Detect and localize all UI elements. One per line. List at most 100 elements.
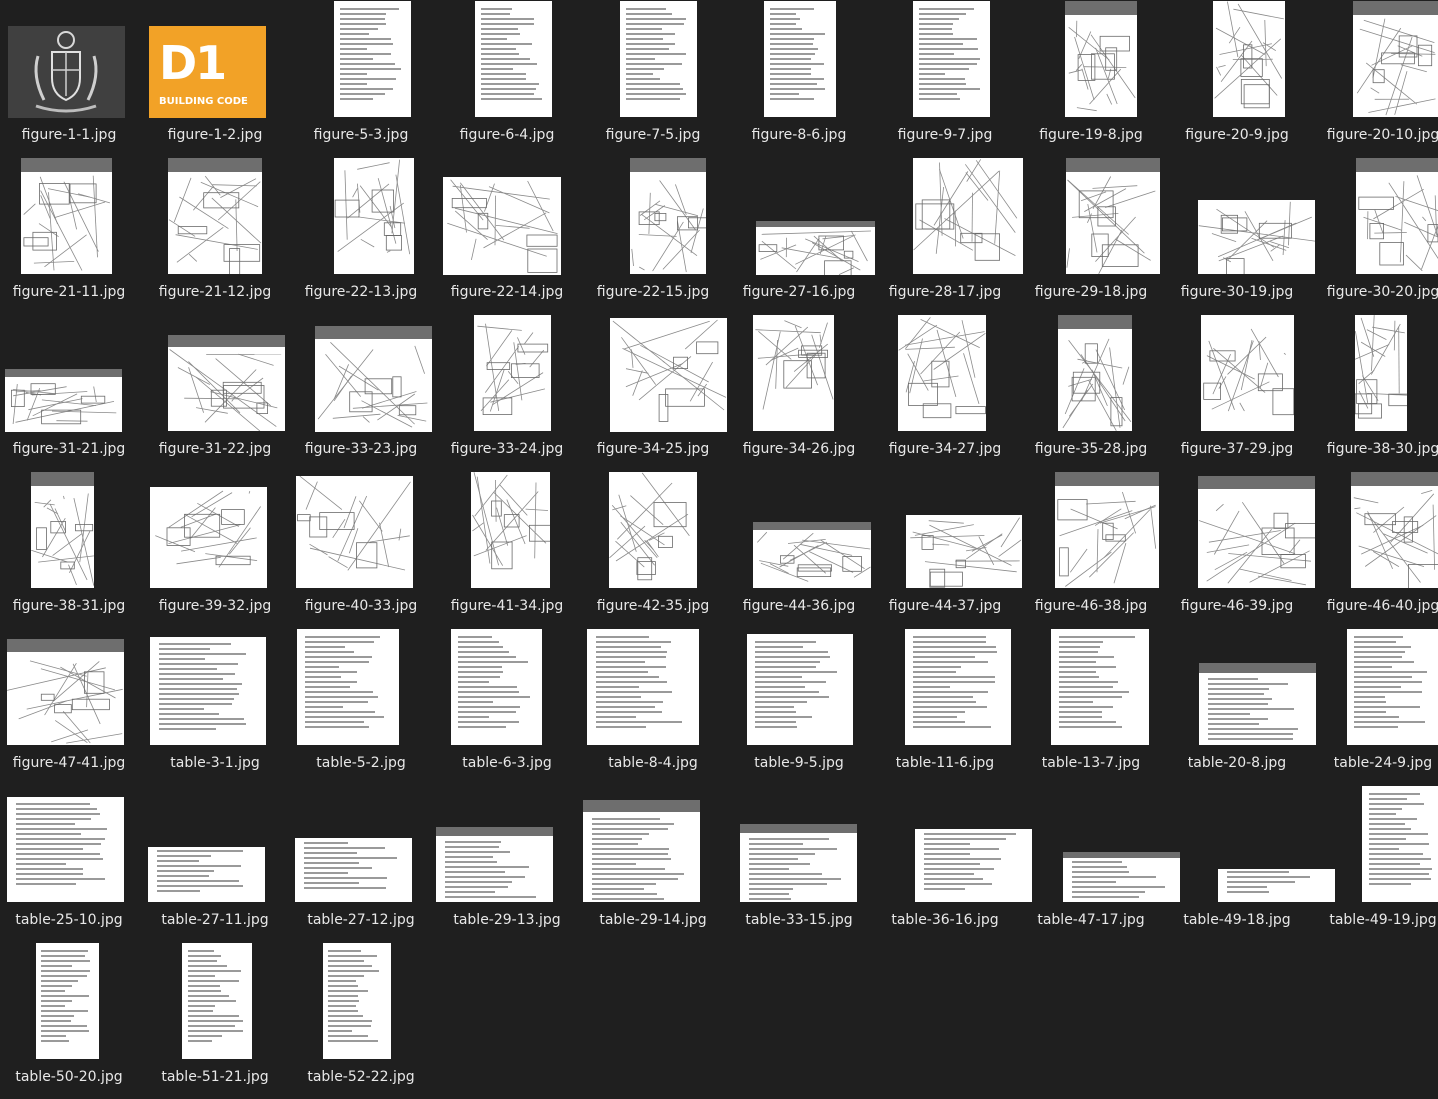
file-item[interactable]: figure-42-35.jpg bbox=[580, 471, 726, 628]
file-name-label[interactable]: figure-20-9.jpg bbox=[1164, 127, 1310, 143]
file-item[interactable]: figure-33-23.jpg bbox=[288, 314, 434, 471]
file-item[interactable]: table-27-12.jpg bbox=[288, 785, 434, 942]
file-item[interactable]: figure-20-10.jpg bbox=[1310, 0, 1438, 157]
file-name-label[interactable]: figure-31-21.jpg bbox=[0, 441, 142, 457]
file-name-label[interactable]: figure-28-17.jpg bbox=[872, 284, 1018, 300]
file-item[interactable]: figure-33-24.jpg bbox=[434, 314, 580, 471]
file-name-label[interactable]: table-3-1.jpg bbox=[142, 755, 288, 771]
file-item[interactable]: table-33-15.jpg bbox=[726, 785, 872, 942]
file-item[interactable]: figure-46-38.jpg bbox=[1018, 471, 1164, 628]
file-item[interactable]: table-24-9.jpg bbox=[1310, 628, 1438, 785]
file-name-label[interactable]: table-8-4.jpg bbox=[580, 755, 726, 771]
file-item[interactable]: table-9-5.jpg bbox=[726, 628, 872, 785]
file-name-label[interactable]: figure-9-7.jpg bbox=[872, 127, 1018, 143]
file-name-label[interactable]: figure-30-19.jpg bbox=[1164, 284, 1310, 300]
file-item[interactable]: table-49-19.jpg bbox=[1310, 785, 1438, 942]
file-name-label[interactable]: figure-27-16.jpg bbox=[726, 284, 872, 300]
file-name-label[interactable]: figure-22-14.jpg bbox=[434, 284, 580, 300]
file-name-label[interactable]: figure-42-35.jpg bbox=[580, 598, 726, 614]
file-name-label[interactable]: figure-34-25.jpg bbox=[580, 441, 726, 457]
file-name-label[interactable]: table-49-19.jpg bbox=[1310, 912, 1438, 928]
file-item[interactable]: figure-30-19.jpg bbox=[1164, 157, 1310, 314]
file-name-label[interactable]: table-52-22.jpg bbox=[288, 1069, 434, 1085]
file-name-label[interactable]: figure-1-2.jpg bbox=[142, 127, 288, 143]
file-item[interactable]: table-49-18.jpg bbox=[1164, 785, 1310, 942]
file-item[interactable]: table-13-7.jpg bbox=[1018, 628, 1164, 785]
file-item[interactable]: table-8-4.jpg bbox=[580, 628, 726, 785]
file-name-label[interactable]: table-51-21.jpg bbox=[142, 1069, 288, 1085]
file-item[interactable]: table-51-21.jpg bbox=[142, 942, 288, 1099]
file-item[interactable]: figure-35-28.jpg bbox=[1018, 314, 1164, 471]
file-item[interactable]: table-47-17.jpg bbox=[1018, 785, 1164, 942]
file-name-label[interactable]: figure-38-31.jpg bbox=[0, 598, 142, 614]
file-item[interactable]: figure-44-37.jpg bbox=[872, 471, 1018, 628]
file-name-label[interactable]: figure-22-13.jpg bbox=[288, 284, 434, 300]
file-item[interactable]: table-20-8.jpg bbox=[1164, 628, 1310, 785]
file-item[interactable]: figure-9-7.jpg bbox=[872, 0, 1018, 157]
file-item[interactable]: figure-22-15.jpg bbox=[580, 157, 726, 314]
file-name-label[interactable]: figure-44-36.jpg bbox=[726, 598, 872, 614]
file-name-label[interactable]: table-33-15.jpg bbox=[726, 912, 872, 928]
file-name-label[interactable]: figure-44-37.jpg bbox=[872, 598, 1018, 614]
file-item[interactable]: table-27-11.jpg bbox=[142, 785, 288, 942]
file-name-label[interactable]: figure-31-22.jpg bbox=[142, 441, 288, 457]
file-name-label[interactable]: table-29-14.jpg bbox=[580, 912, 726, 928]
file-item[interactable]: table-3-1.jpg bbox=[142, 628, 288, 785]
file-item[interactable]: figure-29-18.jpg bbox=[1018, 157, 1164, 314]
file-name-label[interactable]: figure-37-29.jpg bbox=[1164, 441, 1310, 457]
file-name-label[interactable]: figure-21-12.jpg bbox=[142, 284, 288, 300]
file-item[interactable]: figure-1-1.jpg bbox=[0, 0, 142, 157]
file-name-label[interactable]: figure-34-26.jpg bbox=[726, 441, 872, 457]
file-item[interactable]: table-50-20.jpg bbox=[0, 942, 142, 1099]
file-name-label[interactable]: figure-34-27.jpg bbox=[872, 441, 1018, 457]
file-name-label[interactable]: table-50-20.jpg bbox=[0, 1069, 142, 1085]
file-name-label[interactable]: figure-46-38.jpg bbox=[1018, 598, 1164, 614]
file-name-label[interactable]: table-9-5.jpg bbox=[726, 755, 872, 771]
file-name-label[interactable]: table-13-7.jpg bbox=[1018, 755, 1164, 771]
file-name-label[interactable]: figure-1-1.jpg bbox=[0, 127, 142, 143]
file-name-label[interactable]: figure-7-5.jpg bbox=[580, 127, 726, 143]
file-name-label[interactable]: figure-35-28.jpg bbox=[1018, 441, 1164, 457]
file-item[interactable]: table-52-22.jpg bbox=[288, 942, 434, 1099]
file-item[interactable]: figure-40-33.jpg bbox=[288, 471, 434, 628]
file-item[interactable]: figure-34-25.jpg bbox=[580, 314, 726, 471]
file-item[interactable]: figure-19-8.jpg bbox=[1018, 0, 1164, 157]
file-item[interactable]: figure-38-31.jpg bbox=[0, 471, 142, 628]
file-name-label[interactable]: table-49-18.jpg bbox=[1164, 912, 1310, 928]
file-name-label[interactable]: figure-6-4.jpg bbox=[434, 127, 580, 143]
file-item[interactable]: figure-31-21.jpg bbox=[0, 314, 142, 471]
file-item[interactable]: figure-21-11.jpg bbox=[0, 157, 142, 314]
file-item[interactable]: figure-5-3.jpg bbox=[288, 0, 434, 157]
file-name-label[interactable]: table-47-17.jpg bbox=[1018, 912, 1164, 928]
file-item[interactable]: table-29-14.jpg bbox=[580, 785, 726, 942]
file-name-label[interactable]: figure-46-40.jpg bbox=[1310, 598, 1438, 614]
file-item[interactable]: figure-44-36.jpg bbox=[726, 471, 872, 628]
file-name-label[interactable]: figure-38-30.jpg bbox=[1310, 441, 1438, 457]
file-name-label[interactable]: table-27-12.jpg bbox=[288, 912, 434, 928]
file-item[interactable]: figure-6-4.jpg bbox=[434, 0, 580, 157]
file-item[interactable]: table-11-6.jpg bbox=[872, 628, 1018, 785]
file-item[interactable]: figure-34-27.jpg bbox=[872, 314, 1018, 471]
file-name-label[interactable]: figure-39-32.jpg bbox=[142, 598, 288, 614]
file-name-label[interactable]: figure-5-3.jpg bbox=[288, 127, 434, 143]
file-name-label[interactable]: figure-33-23.jpg bbox=[288, 441, 434, 457]
file-item[interactable]: figure-8-6.jpg bbox=[726, 0, 872, 157]
file-item[interactable]: figure-7-5.jpg bbox=[580, 0, 726, 157]
file-item[interactable]: figure-27-16.jpg bbox=[726, 157, 872, 314]
file-name-label[interactable]: figure-20-10.jpg bbox=[1310, 127, 1438, 143]
file-item[interactable]: figure-38-30.jpg bbox=[1310, 314, 1438, 471]
file-name-label[interactable]: figure-21-11.jpg bbox=[0, 284, 142, 300]
file-item[interactable]: table-25-10.jpg bbox=[0, 785, 142, 942]
file-name-label[interactable]: figure-8-6.jpg bbox=[726, 127, 872, 143]
file-item[interactable]: table-36-16.jpg bbox=[872, 785, 1018, 942]
file-item[interactable]: figure-30-20.jpg bbox=[1310, 157, 1438, 314]
file-item[interactable]: figure-28-17.jpg bbox=[872, 157, 1018, 314]
file-item[interactable]: table-6-3.jpg bbox=[434, 628, 580, 785]
file-item[interactable]: figure-39-32.jpg bbox=[142, 471, 288, 628]
file-name-label[interactable]: table-6-3.jpg bbox=[434, 755, 580, 771]
file-item[interactable]: figure-46-40.jpg bbox=[1310, 471, 1438, 628]
file-name-label[interactable]: figure-47-41.jpg bbox=[0, 755, 142, 771]
file-name-label[interactable]: table-36-16.jpg bbox=[872, 912, 1018, 928]
file-item[interactable]: D1BUILDING CODEfigure-1-2.jpg bbox=[142, 0, 288, 157]
file-item[interactable]: figure-46-39.jpg bbox=[1164, 471, 1310, 628]
